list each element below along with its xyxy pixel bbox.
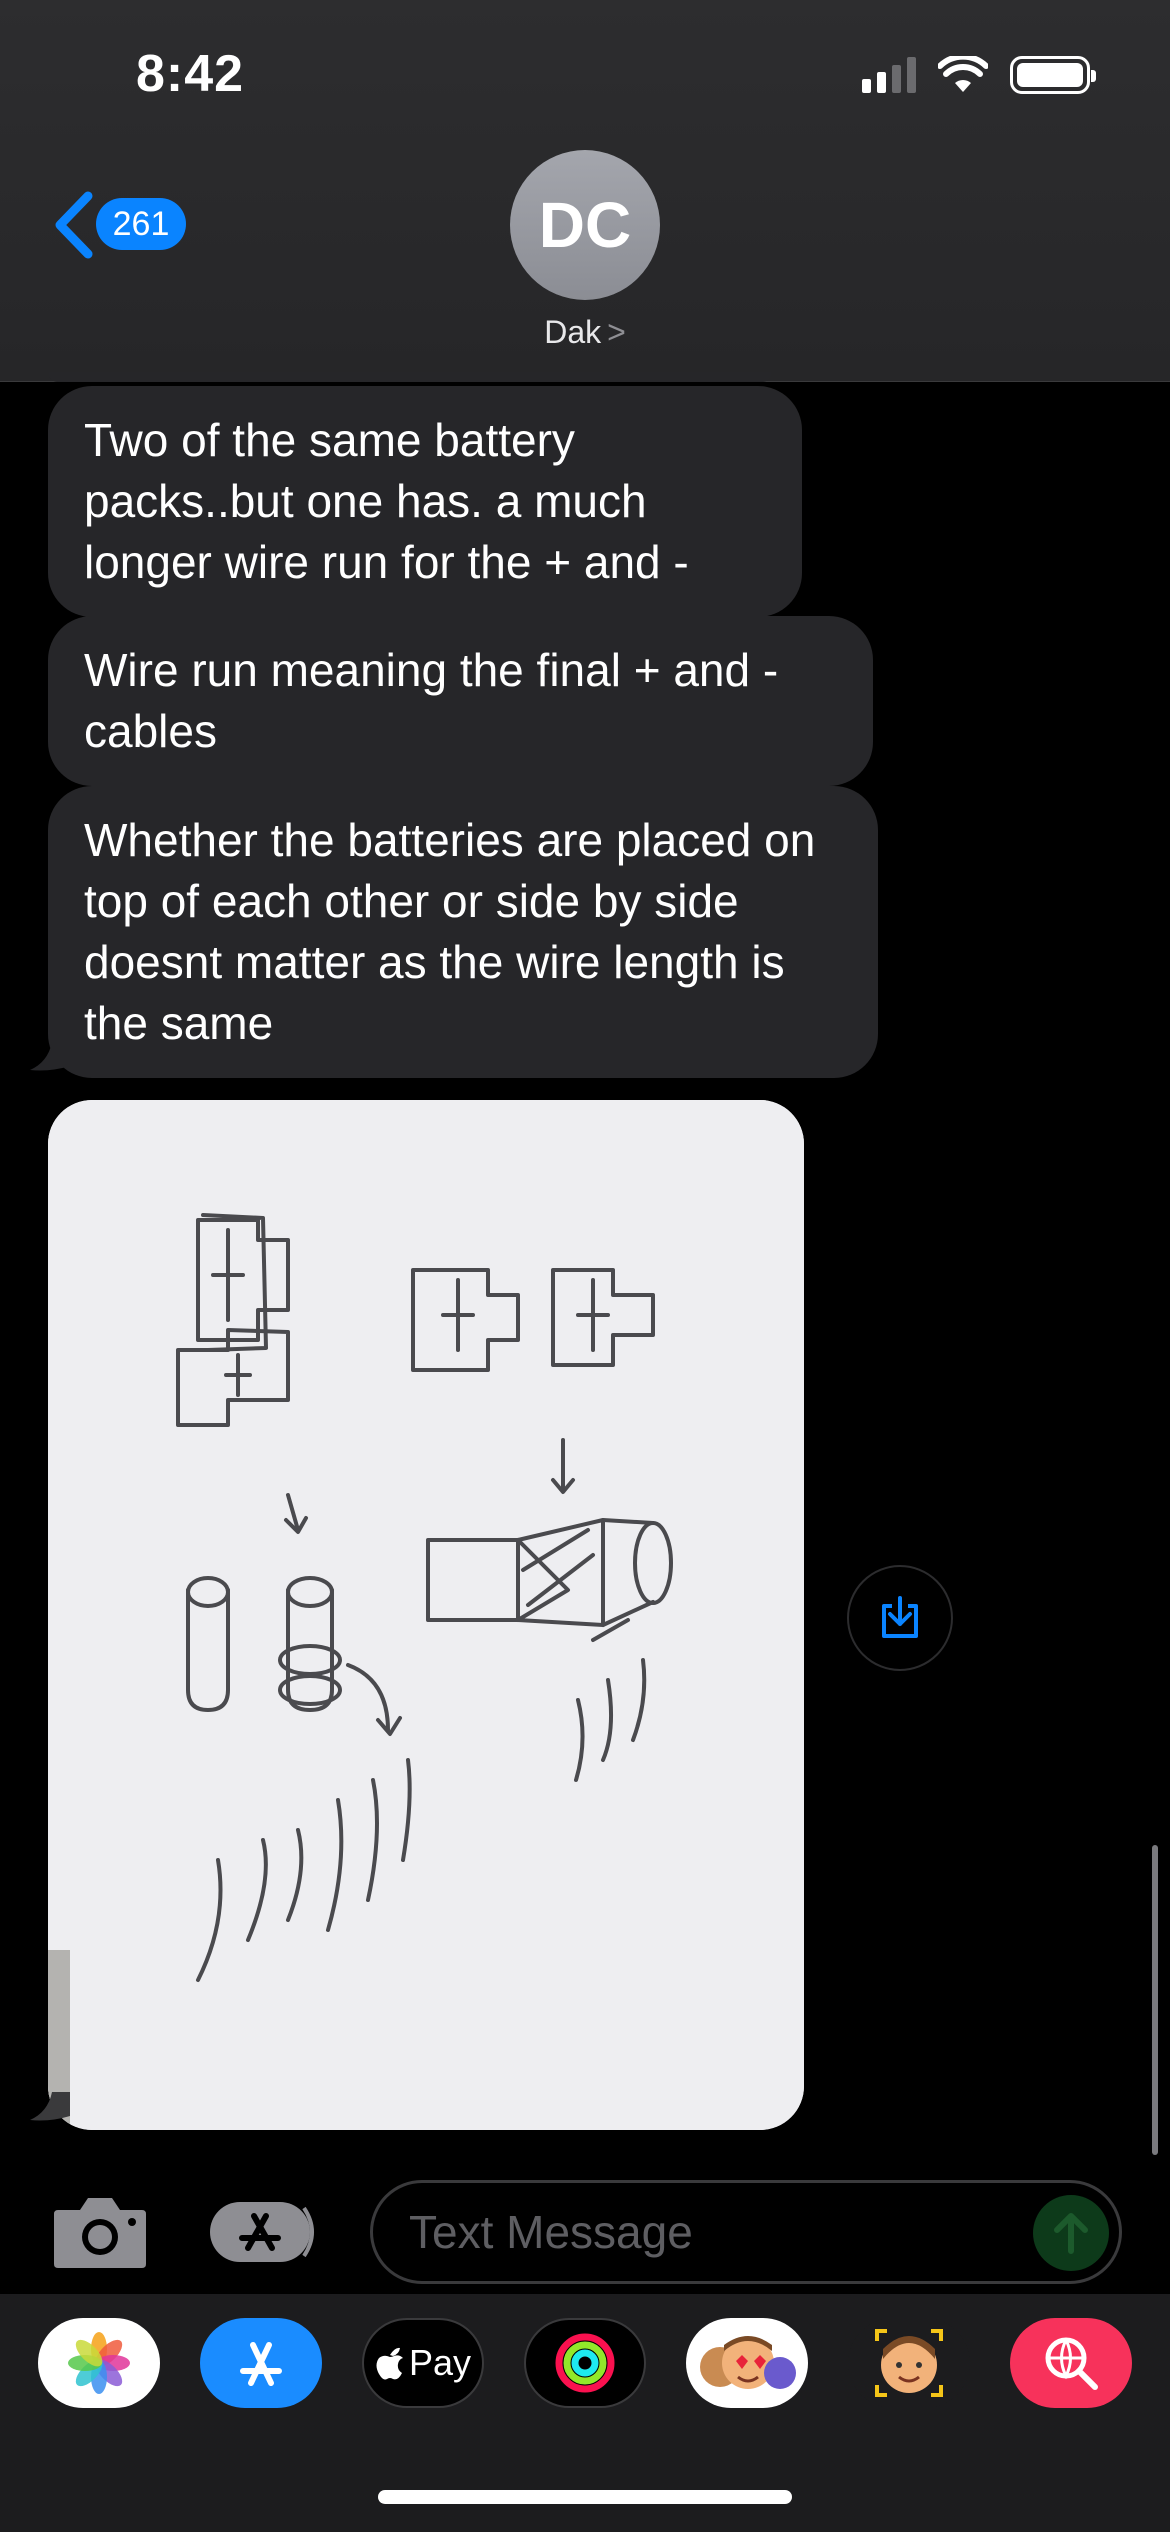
camera-icon[interactable] xyxy=(50,2192,150,2270)
bubble-tail xyxy=(30,2092,70,2121)
back-unread-count[interactable]: 261 xyxy=(96,198,186,250)
contact-avatar[interactable]: DC xyxy=(510,150,660,300)
message-input[interactable] xyxy=(409,2183,1009,2281)
message-bubble[interactable]: Wire run meaning the final + and - cable… xyxy=(48,616,873,786)
cellular-signal-icon xyxy=(862,57,916,93)
activity-app-button[interactable] xyxy=(524,2318,646,2408)
home-indicator[interactable] xyxy=(378,2490,792,2504)
memoji-stickers-app-button[interactable] xyxy=(686,2318,808,2408)
download-icon xyxy=(882,1596,918,1638)
conversation-header: 8:42 261 DC Dak > xyxy=(0,0,1170,382)
previous-message-bubble xyxy=(48,372,772,382)
app-store-icon xyxy=(240,2342,282,2386)
memoji-icon xyxy=(875,2329,943,2397)
save-image-button[interactable] xyxy=(847,1565,953,1671)
app-store-apps-icon[interactable] xyxy=(208,2200,320,2264)
message-bubble[interactable]: Whether the batteries are placed on top … xyxy=(48,786,878,1078)
message-text: Whether the batteries are placed on top … xyxy=(84,814,816,1049)
photo-attachment[interactable] xyxy=(48,1100,804,2130)
contact-name[interactable]: Dak > xyxy=(0,314,1170,351)
message-text: Two of the same battery packs..but one h… xyxy=(84,414,689,588)
memoji-stickers-icon xyxy=(700,2336,796,2389)
contact-chevron-icon: > xyxy=(607,314,626,350)
back-chevron-icon[interactable] xyxy=(50,190,100,260)
app-store-app-button[interactable] xyxy=(200,2318,322,2408)
bubble-tail xyxy=(30,1042,70,1071)
photos-icon xyxy=(68,2332,130,2394)
memoji-app-button[interactable] xyxy=(848,2318,970,2408)
message-text-field[interactable] xyxy=(370,2180,1122,2284)
wifi-icon xyxy=(938,56,988,92)
sketch-image xyxy=(48,1100,804,2130)
send-button[interactable] xyxy=(1033,2195,1109,2271)
apple-pay-icon xyxy=(376,2347,403,2380)
activity-icon xyxy=(555,2333,615,2393)
status-time: 8:42 xyxy=(136,45,245,103)
scrollbar[interactable] xyxy=(1152,1845,1158,2155)
status-icons xyxy=(862,56,1096,94)
contact-name-label: Dak xyxy=(544,314,602,350)
images-search-icon xyxy=(1045,2337,1098,2390)
apple-pay-label: Pay xyxy=(408,2342,472,2383)
images-search-app-button[interactable] xyxy=(1010,2318,1132,2408)
send-arrow-icon xyxy=(1054,2213,1088,2254)
message-text: Wire run meaning the final + and - cable… xyxy=(84,644,779,757)
battery-icon xyxy=(1010,56,1096,94)
message-bubble[interactable]: Two of the same battery packs..but one h… xyxy=(48,386,802,617)
photos-app-button[interactable] xyxy=(38,2318,160,2408)
apple-pay-app-button[interactable]: Pay xyxy=(362,2318,484,2408)
